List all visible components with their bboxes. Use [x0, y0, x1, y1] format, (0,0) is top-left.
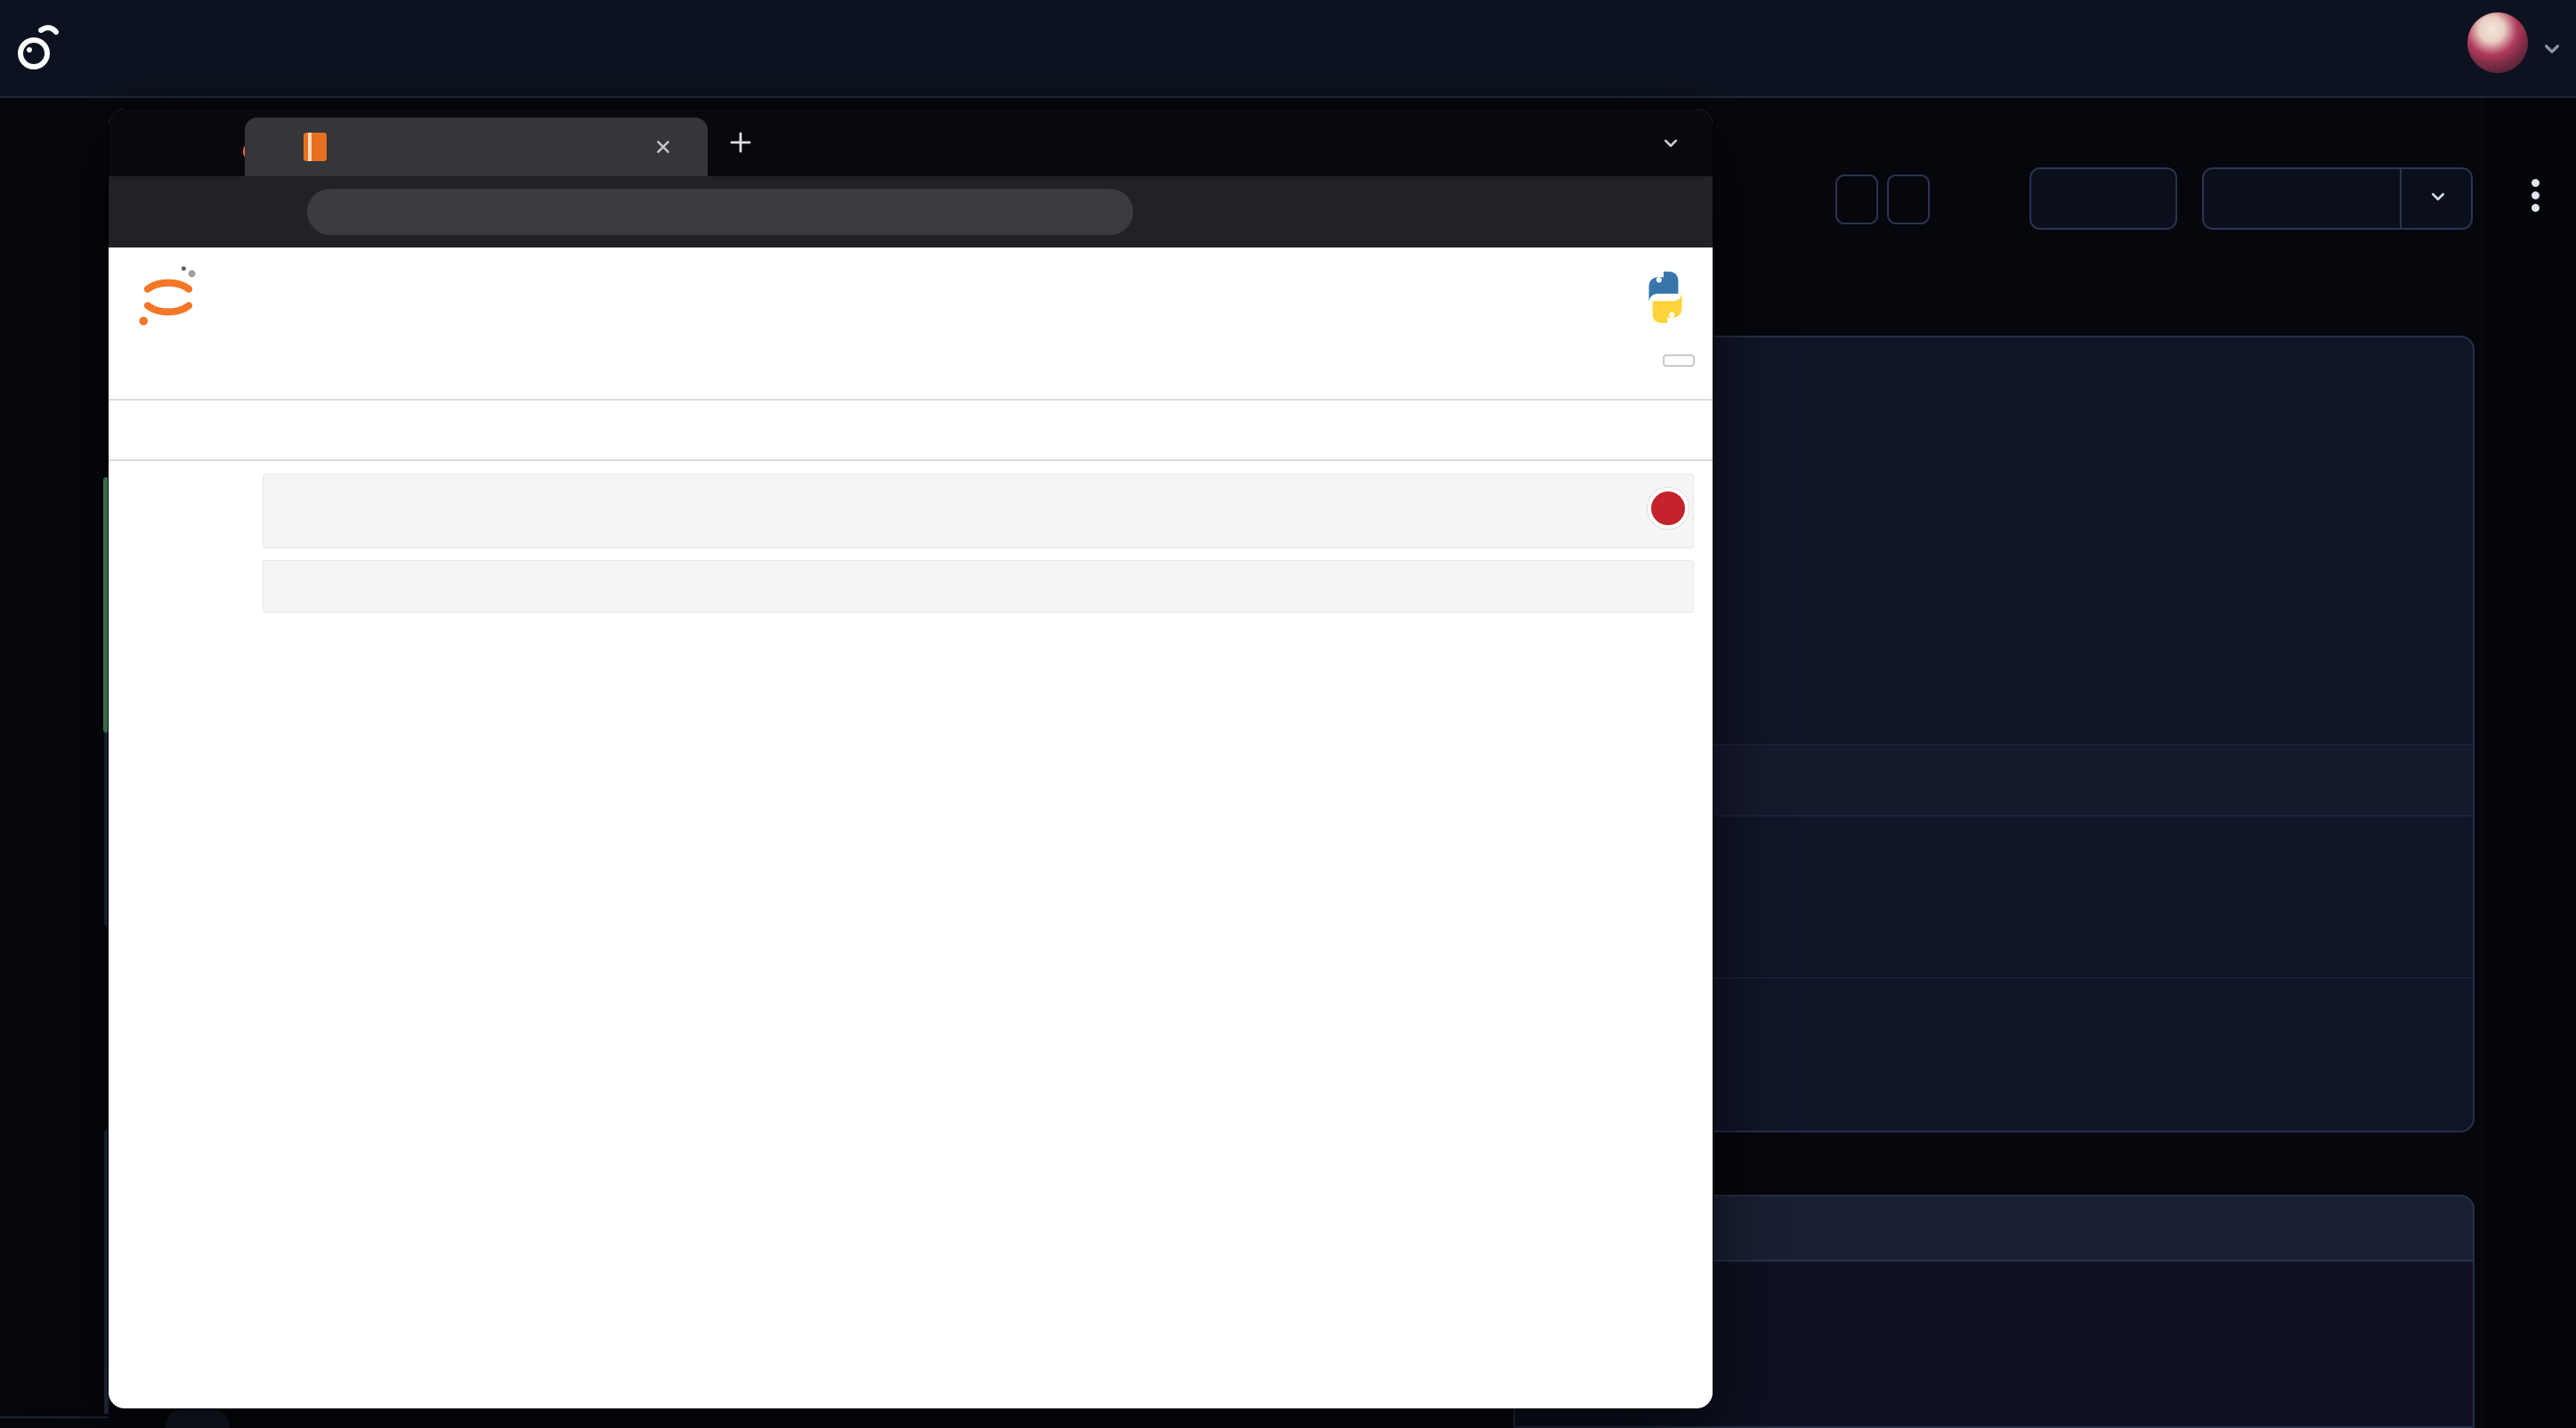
divider [2400, 169, 2402, 228]
cell-type-dropdown[interactable] [187, 418, 233, 442]
clipped-previous-cell [267, 461, 1068, 472]
stop-square-icon [2084, 186, 2109, 211]
kernel-status-icon [1661, 418, 1688, 444]
coder-topbar [0, 0, 2576, 98]
coder-logo[interactable] [14, 20, 61, 75]
share-icon[interactable] [1034, 199, 1061, 226]
tab-search-chevron-icon[interactable] [1657, 130, 1684, 157]
notification-badge[interactable] [1648, 488, 1689, 529]
notebook-content [109, 461, 1713, 1408]
toolbar-right [1529, 401, 1688, 461]
url-bar[interactable] [307, 189, 1133, 235]
screen [0, 0, 2576, 1428]
notebook-favicon-icon [304, 133, 327, 161]
chevron-down-icon[interactable] [2537, 34, 2567, 64]
forward-icon[interactable] [197, 198, 225, 226]
code-cell[interactable] [263, 474, 1694, 548]
browser-window [109, 109, 1713, 1408]
bookmark-star-icon[interactable] [1090, 199, 1116, 226]
chevron-down-icon[interactable] [2423, 183, 2453, 214]
jupyter-logo [135, 264, 201, 331]
browser-toolbar [109, 176, 1713, 247]
stop-workspace-button[interactable] [2029, 167, 2177, 230]
code-cell[interactable] [263, 560, 1694, 613]
restart-icon [2231, 185, 2257, 212]
back-icon[interactable] [137, 198, 166, 226]
debugger-bug-icon[interactable] [1595, 418, 1622, 444]
trusted-button[interactable] [1663, 354, 1695, 367]
workspace-menu-kebab[interactable] [2526, 174, 2544, 228]
restart-workspace-button[interactable] [2202, 167, 2473, 230]
hidden-element-fragment [166, 1408, 230, 1428]
zoom-out-button[interactable] [1835, 174, 1878, 224]
reload-icon[interactable] [256, 198, 285, 226]
browser-tabstrip [109, 109, 1713, 176]
external-link-icon[interactable] [1549, 418, 1576, 444]
browser-tab[interactable] [245, 118, 708, 176]
new-tab-button[interactable] [726, 128, 755, 157]
matplotlib-line-chart [266, 681, 1227, 1402]
divider [0, 1416, 109, 1418]
python-logo [1636, 265, 1695, 329]
page-margin [2485, 98, 2576, 1428]
lock-icon[interactable] [332, 200, 355, 223]
jupyter-menubar [109, 347, 1713, 401]
jupyter-header [109, 247, 1713, 347]
chevron-down-icon [210, 418, 233, 442]
user-avatar[interactable] [2467, 12, 2528, 73]
close-tab-icon[interactable] [650, 134, 676, 160]
zoom-in-button[interactable] [1887, 174, 1930, 224]
jupyter-toolbar [109, 401, 1713, 461]
